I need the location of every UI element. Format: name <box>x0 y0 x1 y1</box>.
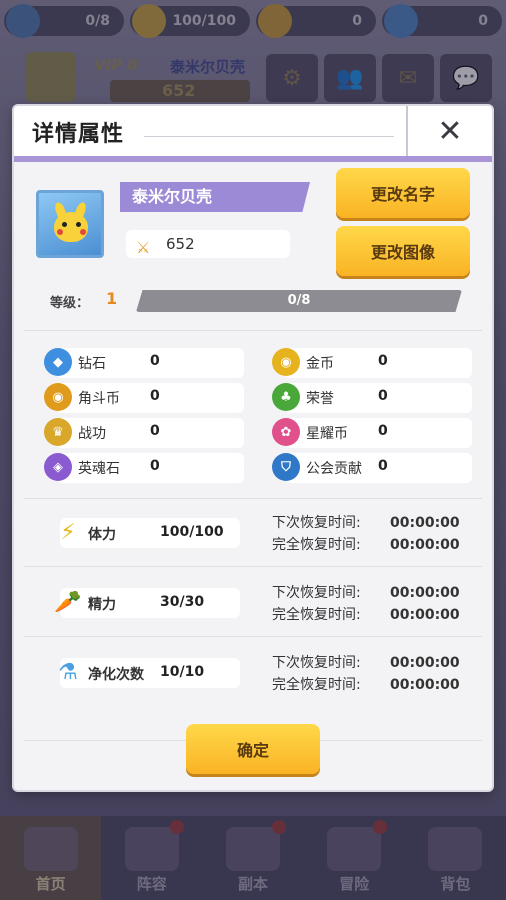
currency-label: 金币 <box>306 356 334 372</box>
currency-value: 0 <box>150 423 160 439</box>
currency-value: 0 <box>378 458 388 474</box>
currency-diamond: ◆ 钻石 0 <box>44 348 244 378</box>
stat-value: 100/100 <box>160 524 224 540</box>
currency-label: 公会贡献 <box>306 461 362 477</box>
carrot-icon: 🥕 <box>54 589 82 615</box>
combat-power: ⚔ 652 <box>126 230 290 258</box>
stat-stamina: ⚡ 体力 100/100 <box>60 518 240 548</box>
stamina-recover-times: 下次恢复时间: 00:00:00 完全恢复时间: 00:00:00 <box>272 512 460 556</box>
currency-value: 0 <box>150 458 160 474</box>
level-label: 等级： <box>50 296 90 311</box>
energy-recover-times: 下次恢复时间: 00:00:00 完全恢复时间: 00:00:00 <box>272 582 460 626</box>
sword-icon: ⚔ <box>136 238 151 257</box>
currency-label: 星耀币 <box>306 426 348 442</box>
pikachu-avatar-icon <box>48 201 92 246</box>
stat-label: 体力 <box>88 527 116 543</box>
close-icon: ✕ <box>437 113 463 149</box>
next-recover-label: 下次恢复时间: <box>272 585 361 601</box>
detail-attributes-dialog: 详情属性 ✕ 泰米尔贝壳 ⚔ 652 更改名字 更改图像 等级： 1 0/8 ◆ 钻… <box>14 106 492 790</box>
next-recover-label: 下次恢复时间: <box>272 655 361 671</box>
gold-coin-icon: ◉ <box>272 348 300 376</box>
currency-label: 英魂石 <box>78 461 120 477</box>
currency-value: 0 <box>378 388 388 404</box>
stat-purify-count: ⚗ 净化次数 10/10 <box>58 658 240 688</box>
section-divider <box>24 330 482 331</box>
stat-label: 净化次数 <box>88 667 144 683</box>
change-avatar-button[interactable]: 更改图像 <box>336 226 470 276</box>
rename-button[interactable]: 更改名字 <box>336 168 470 218</box>
merit-icon: ♛ <box>44 418 72 446</box>
full-recover-label: 完全恢复时间: <box>272 607 361 623</box>
confirm-button[interactable]: 确定 <box>186 724 320 774</box>
stat-label: 精力 <box>88 597 116 613</box>
purify-recover-times: 下次恢复时间: 00:00:00 完全恢复时间: 00:00:00 <box>272 652 460 696</box>
currency-merit: ♛ 战功 0 <box>44 418 244 448</box>
guild-contribution-icon: ⛉ <box>272 453 300 481</box>
currency-label: 钻石 <box>78 356 106 372</box>
honor-icon: ♣ <box>272 383 300 411</box>
soul-stone-icon: ◈ <box>44 453 72 481</box>
section-divider <box>24 498 482 499</box>
currency-label: 战功 <box>78 426 106 442</box>
full-recover-time: 00:00:00 <box>390 537 460 553</box>
close-button[interactable]: ✕ <box>406 106 492 156</box>
full-recover-time: 00:00:00 <box>390 607 460 623</box>
section-divider <box>24 566 482 567</box>
header-stripe <box>14 156 492 162</box>
stat-energy: 🥕 精力 30/30 <box>54 588 240 618</box>
player-name-plate: 泰米尔贝壳 <box>120 182 310 212</box>
exp-progress-bar: 0/8 <box>136 290 462 312</box>
currency-guild-contribution: ⛉ 公会贡献 0 <box>272 453 472 483</box>
dialog-title: 详情属性 <box>32 122 125 147</box>
section-divider <box>24 636 482 637</box>
diamond-icon: ◆ <box>44 348 72 376</box>
currency-value: 0 <box>378 423 388 439</box>
currency-label: 角斗币 <box>78 391 120 407</box>
combat-power-value: 652 <box>166 235 195 253</box>
next-recover-time: 00:00:00 <box>390 585 460 601</box>
level-value: 1 <box>106 289 118 308</box>
currency-value: 0 <box>150 353 160 369</box>
stat-value: 10/10 <box>160 664 205 680</box>
star-coin-icon: ✿ <box>272 418 300 446</box>
exp-progress-text: 0/8 <box>287 293 311 308</box>
next-recover-time: 00:00:00 <box>390 655 460 671</box>
currency-star-coin: ✿ 星耀币 0 <box>272 418 472 448</box>
next-recover-time: 00:00:00 <box>390 515 460 531</box>
lightning-icon: ⚡ <box>60 519 76 545</box>
dialog-header: 详情属性 ✕ <box>14 106 492 156</box>
header-divider <box>144 136 394 137</box>
full-recover-time: 00:00:00 <box>390 677 460 693</box>
currency-soul-stone: ◈ 英魂石 0 <box>44 453 244 483</box>
arena-coin-icon: ◉ <box>44 383 72 411</box>
currency-value: 0 <box>378 353 388 369</box>
player-avatar-frame[interactable] <box>36 190 104 258</box>
currency-value: 0 <box>150 388 160 404</box>
full-recover-label: 完全恢复时间: <box>272 677 361 693</box>
full-recover-label: 完全恢复时间: <box>272 537 361 553</box>
potion-icon: ⚗ <box>58 659 78 685</box>
currency-honor: ♣ 荣誉 0 <box>272 383 472 413</box>
currency-gold: ◉ 金币 0 <box>272 348 472 378</box>
currency-label: 荣誉 <box>306 391 334 407</box>
next-recover-label: 下次恢复时间: <box>272 515 361 531</box>
currency-arena-coin: ◉ 角斗币 0 <box>44 383 244 413</box>
stat-value: 30/30 <box>160 594 205 610</box>
